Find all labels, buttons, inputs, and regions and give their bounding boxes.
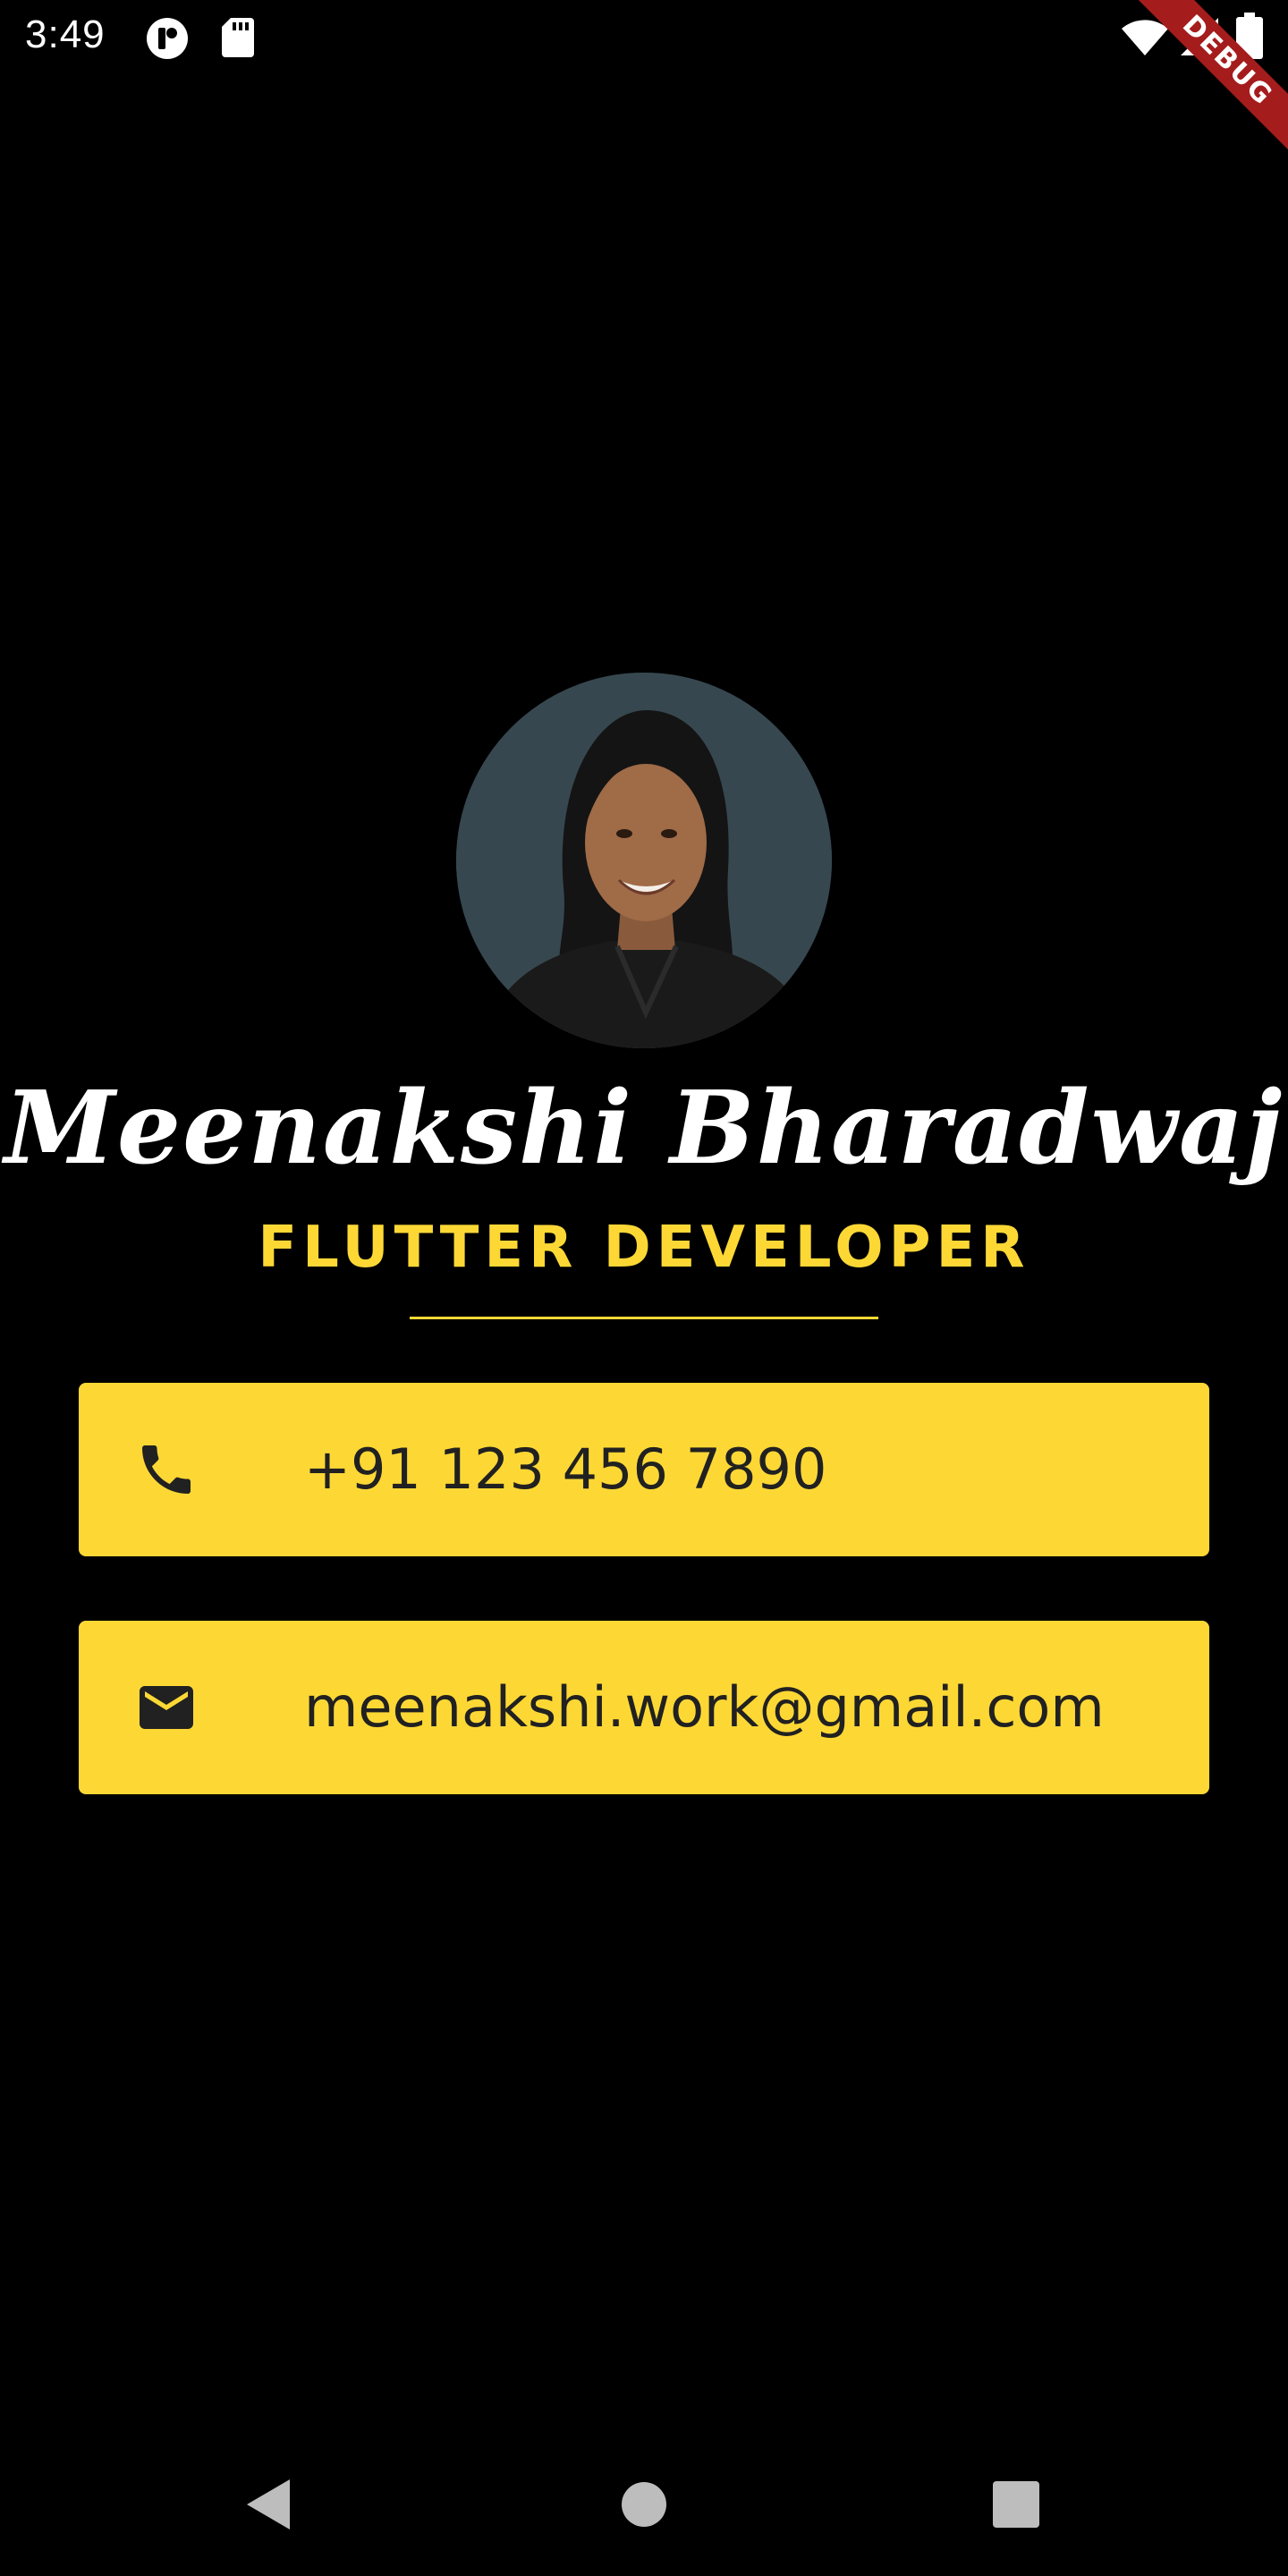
- cellular-signal-icon: [1179, 16, 1220, 57]
- title-divider: [410, 1317, 878, 1319]
- mail-icon: [134, 1675, 199, 1740]
- wifi-icon: [1120, 18, 1170, 57]
- profile-avatar: [456, 673, 832, 1048]
- email-card[interactable]: meenakshi.work@gmail.com: [79, 1621, 1209, 1794]
- phone-icon: [134, 1437, 199, 1502]
- back-icon[interactable]: [234, 2470, 302, 2538]
- profile-name: Meenakshi Bharadwaj: [4, 1070, 1284, 1187]
- home-icon[interactable]: [610, 2470, 678, 2538]
- email-address: meenakshi.work@gmail.com: [304, 1674, 1105, 1740]
- navigation-bar: [0, 2433, 1288, 2576]
- status-bar: 3:49: [0, 0, 1288, 75]
- sd-card-icon: [220, 16, 256, 59]
- recents-icon[interactable]: [982, 2470, 1050, 2538]
- notification-app-icon: [145, 16, 190, 61]
- status-time: 3:49: [25, 13, 106, 56]
- phone-number: +91 123 456 7890: [304, 1436, 827, 1502]
- profile-role: FLUTTER DEVELOPER: [258, 1215, 1030, 1281]
- battery-icon: [1236, 13, 1263, 59]
- phone-card[interactable]: +91 123 456 7890: [79, 1383, 1209, 1556]
